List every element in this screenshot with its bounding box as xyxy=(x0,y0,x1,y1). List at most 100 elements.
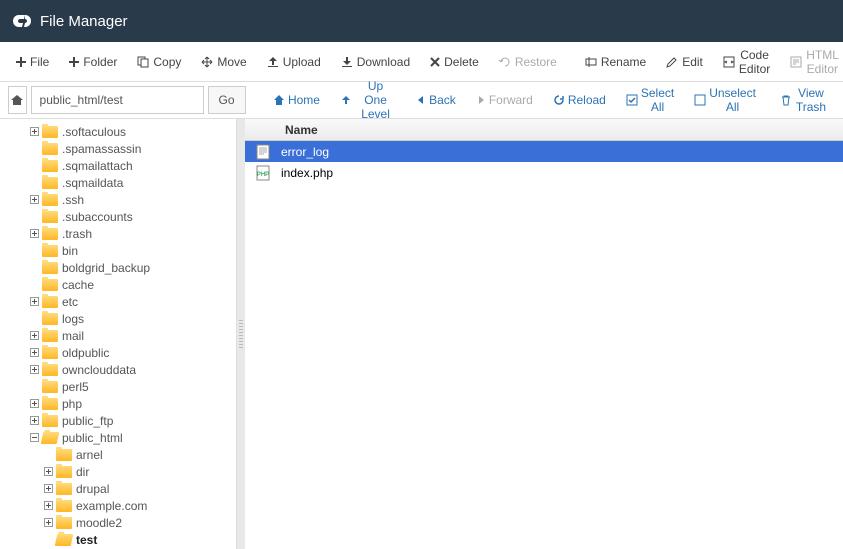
tree-item[interactable]: arnel xyxy=(0,446,236,463)
tree-item[interactable]: boldgrid_backup xyxy=(0,259,236,276)
tree-item-label: .softaculous xyxy=(62,125,126,139)
tree-item[interactable]: .ssh xyxy=(0,191,236,208)
tree-expander-icon[interactable] xyxy=(28,296,40,308)
folder-icon xyxy=(42,177,58,189)
tree-expander-icon xyxy=(28,160,40,172)
splitter[interactable] xyxy=(237,119,245,549)
file-rows: error_logPHPindex.php xyxy=(245,141,843,183)
copy-icon xyxy=(137,56,149,68)
folder-icon xyxy=(42,381,58,393)
nav-home-button[interactable]: Home xyxy=(265,89,328,111)
tree-expander-icon[interactable] xyxy=(28,398,40,410)
tree-item[interactable]: .trash xyxy=(0,225,236,242)
tree-item[interactable]: cache xyxy=(0,276,236,293)
code-editor-button[interactable]: Code Editor xyxy=(713,42,780,82)
nav-reload-button[interactable]: Reload xyxy=(545,89,614,111)
tree-item[interactable]: php xyxy=(0,395,236,412)
tree-item[interactable]: logs xyxy=(0,310,236,327)
tree-item[interactable]: .spamassassin xyxy=(0,140,236,157)
tree-expander-icon[interactable] xyxy=(28,194,40,206)
tree-item-label: cache xyxy=(62,278,94,292)
tree-item-label: php xyxy=(62,397,82,411)
tree-expander-icon xyxy=(28,381,40,393)
tree-item[interactable]: oldpublic xyxy=(0,344,236,361)
tree-expander-icon[interactable] xyxy=(42,466,54,478)
delete-button[interactable]: Delete xyxy=(420,49,489,75)
nav-unselectall-button[interactable]: Unselect All xyxy=(686,82,764,118)
tree-item[interactable]: perl5 xyxy=(0,378,236,395)
tree-expander-icon[interactable] xyxy=(42,517,54,529)
tree-item[interactable]: public_html xyxy=(0,429,236,446)
restore-button: Restore xyxy=(489,49,567,75)
column-header[interactable]: Name xyxy=(245,119,843,141)
folder-button[interactable]: Folder xyxy=(59,49,127,75)
tree-item[interactable]: drupal xyxy=(0,480,236,497)
folder-icon xyxy=(42,364,58,376)
tree-item[interactable]: .subaccounts xyxy=(0,208,236,225)
tree-item[interactable]: .softaculous xyxy=(0,123,236,140)
folder-icon xyxy=(56,517,72,529)
upload-icon xyxy=(267,56,279,68)
file-row[interactable]: error_log xyxy=(245,141,843,162)
tree-item-label: moodle2 xyxy=(76,516,122,530)
tree-item[interactable]: test xyxy=(0,531,236,548)
tree-item[interactable]: dir xyxy=(0,463,236,480)
tree-expander-icon[interactable] xyxy=(28,347,40,359)
go-button[interactable]: Go xyxy=(208,86,246,114)
tree-expander-icon[interactable] xyxy=(42,500,54,512)
nav-forward-button: Forward xyxy=(468,89,541,111)
text-file-icon xyxy=(245,144,281,160)
folder-icon xyxy=(42,126,58,138)
tree-expander-icon[interactable] xyxy=(28,364,40,376)
folder-icon xyxy=(56,466,72,478)
tree-expander-icon xyxy=(28,211,40,223)
column-name[interactable]: Name xyxy=(281,123,318,137)
tree-expander-icon[interactable] xyxy=(28,228,40,240)
tree-item[interactable]: moodle2 xyxy=(0,514,236,531)
download-icon xyxy=(341,56,353,68)
tree-item[interactable]: example.com xyxy=(0,497,236,514)
copy-button[interactable]: Copy xyxy=(127,49,191,75)
code-icon xyxy=(723,56,735,68)
tree-expander-icon[interactable] xyxy=(28,432,40,444)
tree-item-label: logs xyxy=(62,312,84,326)
folder-icon xyxy=(42,194,58,206)
nav-selectall-button[interactable]: Select All xyxy=(618,82,682,118)
rename-icon xyxy=(585,56,597,68)
move-button[interactable]: Move xyxy=(191,49,256,75)
folder-icon xyxy=(42,262,58,274)
header: File Manager xyxy=(0,0,843,42)
tree-item[interactable]: .sqmailattach xyxy=(0,157,236,174)
tree-expander-icon[interactable] xyxy=(42,483,54,495)
path-input[interactable] xyxy=(31,86,204,114)
php-file-icon: PHP xyxy=(245,165,281,181)
tree-item-label: boldgrid_backup xyxy=(62,261,150,275)
tree-expander-icon[interactable] xyxy=(28,126,40,138)
download-button[interactable]: Download xyxy=(331,49,420,75)
tree-item-label: .trash xyxy=(62,227,92,241)
html-editor-button: HTML Editor xyxy=(780,42,843,82)
file-row[interactable]: PHPindex.php xyxy=(245,162,843,183)
tree-item-label: drupal xyxy=(76,482,109,496)
tree-item[interactable]: etc xyxy=(0,293,236,310)
tree-item[interactable]: bin xyxy=(0,242,236,259)
tree-item-label: ownclouddata xyxy=(62,363,136,377)
upload-button[interactable]: Upload xyxy=(257,49,331,75)
folder-tree[interactable]: .softaculous.spamassassin.sqmailattach.s… xyxy=(0,119,237,549)
tree-expander-icon[interactable] xyxy=(28,330,40,342)
rename-button[interactable]: Rename xyxy=(575,49,656,75)
tree-item[interactable]: ownclouddata xyxy=(0,361,236,378)
tree-item[interactable]: .sqmaildata xyxy=(0,174,236,191)
tree-item[interactable]: mail xyxy=(0,327,236,344)
tree-expander-icon[interactable] xyxy=(28,415,40,427)
tree-item-label: arnel xyxy=(76,448,103,462)
tree-item[interactable]: public_ftp xyxy=(0,412,236,429)
file-button[interactable]: File xyxy=(6,49,59,75)
edit-button[interactable]: Edit xyxy=(656,49,713,75)
home-root-button[interactable] xyxy=(8,86,27,114)
folder-icon xyxy=(56,483,72,495)
nav-up-button[interactable]: Up One Level xyxy=(332,75,404,125)
nav-back-button[interactable]: Back xyxy=(408,89,464,111)
up-icon xyxy=(340,94,352,106)
nav-trash-button[interactable]: View Trash xyxy=(772,82,835,118)
